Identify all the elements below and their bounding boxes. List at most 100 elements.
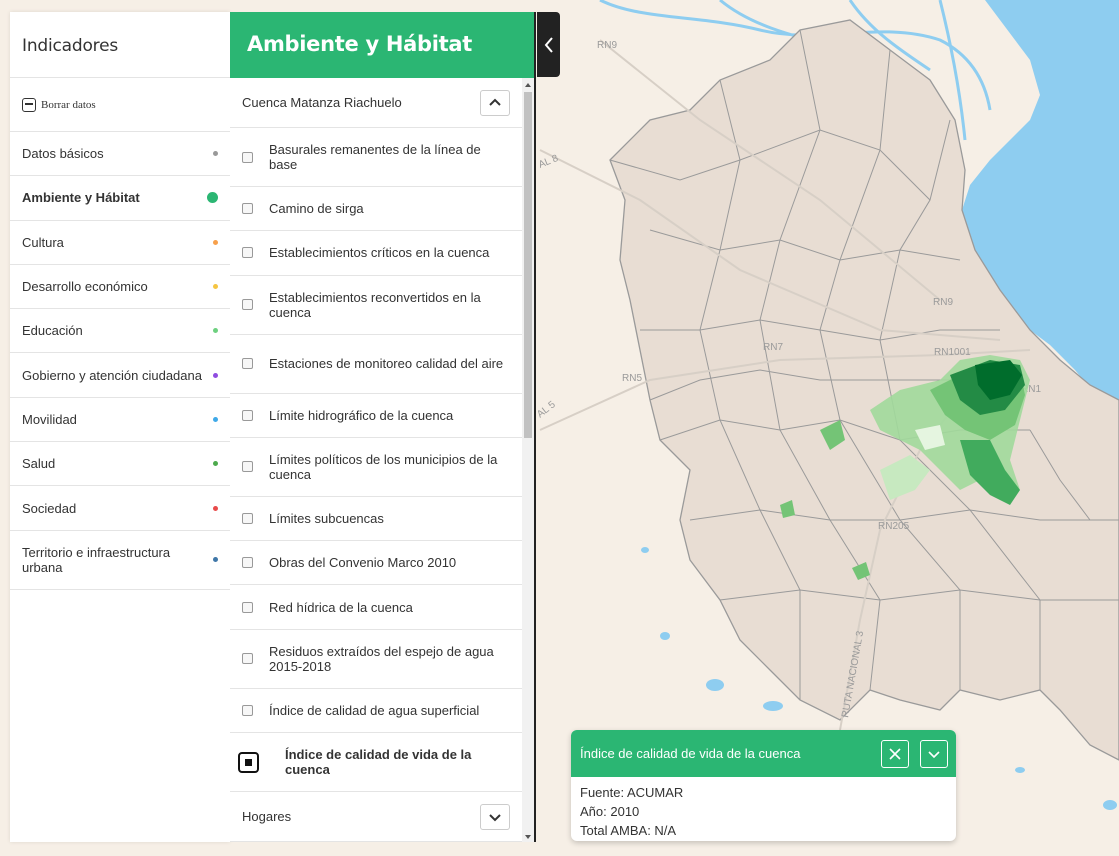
legend-year: Año: 2010: [580, 804, 640, 819]
layer-item[interactable]: Red hídrica de la cuenca: [230, 585, 522, 630]
road-label: RN7: [763, 342, 783, 353]
road-label: RN1001: [934, 347, 971, 358]
layer-checkbox[interactable]: [242, 704, 253, 716]
close-icon: [889, 747, 901, 760]
category-color-dot: [213, 461, 218, 467]
category-item[interactable]: Desarrollo económico: [10, 265, 230, 310]
layer-label: Camino de sirga: [269, 201, 364, 217]
layer-checkbox[interactable]: [242, 409, 253, 421]
layer-item[interactable]: Residuos extraídos del espejo de agua 20…: [230, 630, 522, 689]
road-label: RN9: [597, 40, 617, 51]
category-label: Sociedad: [22, 500, 77, 516]
layer-label: Residuos extraídos del espejo de agua 20…: [269, 643, 494, 674]
expand-group-button[interactable]: [480, 803, 510, 830]
category-label: Desarrollo económico: [22, 279, 148, 295]
clear-data-label: Borrar datos: [41, 98, 96, 111]
scroll-thumb[interactable]: [524, 92, 532, 438]
indicators-panel: Indicadores Borrar datos Datos básicos Am…: [10, 12, 230, 842]
group-header-hogares[interactable]: Hogares: [230, 792, 522, 842]
layer-checkbox[interactable]: [242, 653, 253, 665]
panel-title: Indicadores: [10, 12, 230, 78]
clear-data-button[interactable]: Borrar datos: [10, 78, 230, 132]
minus-square-icon: [22, 97, 36, 112]
layer-checkbox[interactable]: [242, 513, 253, 525]
layer-checkbox[interactable]: [242, 358, 253, 370]
legend-card: Índice de calidad de vida de la cuenca F…: [571, 730, 956, 841]
category-item[interactable]: Sociedad: [10, 486, 230, 531]
road-label: RN9: [933, 297, 953, 308]
legend-body: Fuente: ACUMAR Año: 2010 Total AMBA: N/A: [571, 777, 956, 841]
category-item[interactable]: Educación: [10, 309, 230, 354]
category-color-dot: [213, 239, 218, 245]
road-label: RN205: [878, 521, 910, 532]
legend-expand-button[interactable]: [920, 739, 948, 768]
layer-label: Índice de calidad de agua superficial: [269, 702, 480, 718]
layer-item[interactable]: Límite hidrográfico de la cuenca: [230, 394, 522, 438]
collapse-group-button[interactable]: [480, 89, 510, 116]
layer-checkbox[interactable]: [242, 203, 253, 215]
layer-label: Establecimientos reconvertidos en la cue…: [269, 289, 481, 320]
layer-item[interactable]: Establecimientos reconvertidos en la cue…: [230, 276, 522, 335]
group-label: Cuenca Matanza Riachuelo: [242, 95, 402, 110]
layer-item-active[interactable]: Índice de calidad de vida de la cuenca: [230, 733, 522, 793]
layer-checkbox-checked[interactable]: [238, 751, 259, 773]
category-color-dot: [213, 328, 218, 334]
layer-checkbox[interactable]: [242, 601, 253, 613]
legend-source: Fuente: ACUMAR: [580, 785, 684, 800]
layer-label: Índice de calidad de vida de la cuenca: [285, 747, 472, 778]
layer-item[interactable]: Obras del Convenio Marco 2010: [230, 541, 522, 586]
layer-checkbox[interactable]: [242, 461, 253, 473]
layers-list[interactable]: Cuenca Matanza Riachuelo Basurales reman…: [230, 78, 522, 842]
layer-item[interactable]: Límites políticos de los municipios de l…: [230, 438, 522, 497]
chevron-left-icon: [544, 36, 553, 53]
category-item[interactable]: Movilidad: [10, 398, 230, 443]
layer-item[interactable]: Índice de calidad de agua superficial: [230, 689, 522, 734]
layer-checkbox[interactable]: [242, 557, 253, 569]
category-label: Salud: [22, 456, 56, 472]
layer-label: Límite hidrográfico de la cuenca: [269, 407, 454, 423]
category-color-dot: [213, 151, 218, 157]
legend-total: Total AMBA: N/A: [580, 823, 677, 838]
category-label: Territorio e infraestructura urbana: [22, 544, 171, 575]
layer-item[interactable]: Límites subcuencas: [230, 497, 522, 542]
layers-panel-title: Ambiente y Hábitat: [230, 12, 534, 78]
layer-label: Límites subcuencas: [269, 511, 384, 527]
category-item[interactable]: Territorio e infraestructura urbana: [10, 531, 230, 590]
category-item[interactable]: Cultura: [10, 221, 230, 265]
category-item[interactable]: Salud: [10, 442, 230, 487]
legend-header: Índice de calidad de vida de la cuenca: [571, 730, 956, 777]
category-label: Movilidad: [22, 411, 77, 427]
layer-label: Límites políticos de los municipios de l…: [269, 451, 498, 482]
layers-container: Basurales remanentes de la línea de base…: [230, 128, 522, 734]
layer-checkbox[interactable]: [242, 299, 253, 311]
category-list: Datos básicos Ambiente y Hábitat Cultura De…: [10, 132, 230, 590]
layer-label: Obras del Convenio Marco 2010: [269, 555, 457, 571]
layers-scrollbar[interactable]: [522, 78, 534, 842]
chevron-up-icon: [489, 98, 501, 106]
legend-close-button[interactable]: [881, 739, 909, 768]
layer-item[interactable]: Estaciones de monitoreo calidad del aire: [230, 335, 522, 394]
category-item[interactable]: Datos básicos: [10, 132, 230, 177]
category-item[interactable]: Ambiente y Hábitat: [10, 176, 230, 221]
chevron-down-icon: [928, 750, 940, 758]
collapse-panel-button[interactable]: [537, 12, 560, 77]
category-item[interactable]: Gobierno y atención ciudadana: [10, 353, 230, 398]
scroll-up-icon[interactable]: [525, 83, 531, 87]
layer-checkbox[interactable]: [242, 151, 253, 163]
group-label: Hogares: [242, 809, 292, 825]
scroll-down-icon[interactable]: [525, 835, 531, 839]
layer-label: Establecimientos críticos en la cuenca: [269, 245, 490, 261]
road-label: RN5: [622, 373, 642, 384]
layer-item[interactable]: Camino de sirga: [230, 187, 522, 232]
layer-checkbox[interactable]: [242, 247, 253, 259]
category-label: Cultura: [22, 234, 64, 250]
layer-label: Estaciones de monitoreo calidad del aire: [269, 356, 504, 372]
category-color-dot: [213, 284, 218, 290]
group-header-cuenca[interactable]: Cuenca Matanza Riachuelo: [230, 78, 522, 128]
category-color-dot: [207, 192, 218, 204]
category-color-dot: [213, 505, 218, 511]
category-color-dot: [213, 372, 218, 378]
layer-item[interactable]: Basurales remanentes de la línea de base: [230, 128, 522, 187]
legend-title: Índice de calidad de vida de la cuenca: [580, 746, 801, 761]
layer-item[interactable]: Establecimientos críticos en la cuenca: [230, 231, 522, 276]
